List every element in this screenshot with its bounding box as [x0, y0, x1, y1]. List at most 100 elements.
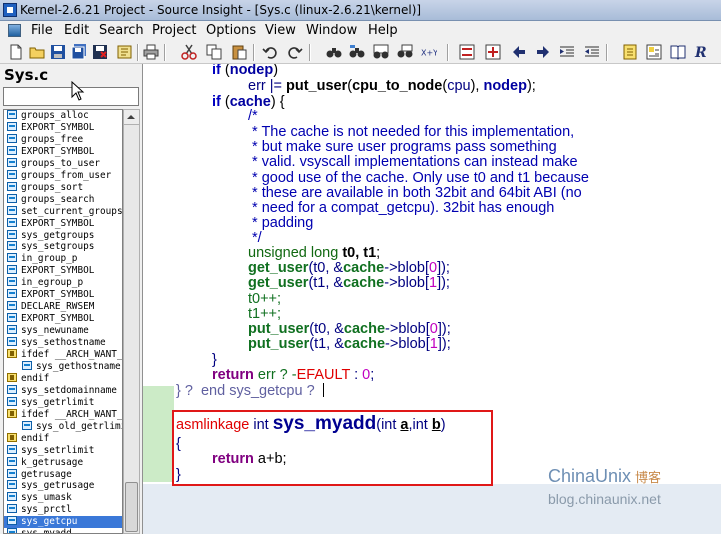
- symbol-list-item-label: groups_sort: [21, 181, 84, 193]
- registry-icon[interactable]: R: [694, 44, 710, 60]
- symbol-list-item-label: in_egroup_p: [21, 277, 84, 289]
- toolbar: X+Y R: [0, 41, 721, 64]
- symbol-list-item-label: sys_umask: [21, 492, 72, 504]
- symbol-list-item[interactable]: groups_free: [4, 133, 122, 146]
- menu-project[interactable]: Project: [152, 23, 196, 38]
- code-line: t0++;: [248, 291, 282, 307]
- search-project-icon[interactable]: [373, 44, 389, 60]
- symbol-list-item[interactable]: EXPORT_SYMBOL: [4, 289, 122, 301]
- symbol-list-item[interactable]: sys_setdomainname: [4, 384, 122, 397]
- relation-window-icon[interactable]: [646, 44, 662, 60]
- menu-options[interactable]: Options: [206, 23, 256, 38]
- replace-icon[interactable]: X+Y: [421, 44, 437, 60]
- symbol-icon: [7, 444, 17, 454]
- save-all-icon[interactable]: [71, 44, 87, 60]
- symbol-list-item[interactable]: sys_myadd: [4, 528, 122, 534]
- redo-icon[interactable]: [287, 44, 303, 60]
- comment-line: * padding: [248, 215, 314, 231]
- symbol-list-item[interactable]: groups_to_user: [4, 157, 122, 170]
- menu-file[interactable]: File: [31, 23, 53, 38]
- symbol-list-item[interactable]: endif: [4, 372, 122, 385]
- scroll-thumb[interactable]: [125, 482, 138, 532]
- print-icon[interactable]: [143, 44, 159, 60]
- symbol-list-item[interactable]: groups_alloc: [4, 110, 122, 122]
- symbol-list-item[interactable]: sys_umask: [4, 492, 122, 504]
- symbol-list-item[interactable]: sys_setgroups: [4, 241, 122, 253]
- paste-icon[interactable]: [231, 44, 247, 60]
- symbol-list-item[interactable]: in_group_p: [4, 253, 122, 265]
- code-line: }: [212, 352, 217, 368]
- document-menu-icon[interactable]: [8, 24, 21, 37]
- open-folder-icon[interactable]: [29, 44, 45, 60]
- symbol-list-item[interactable]: EXPORT_SYMBOL: [4, 265, 122, 277]
- project-icon[interactable]: [117, 44, 133, 60]
- jump-back-icon[interactable]: [459, 44, 475, 60]
- source-insight-icon: [3, 3, 17, 17]
- symbol-list-item[interactable]: sys_gethostname: [4, 360, 122, 373]
- menu-search[interactable]: Search: [99, 23, 144, 38]
- symbol-list[interactable]: groups_alloc EXPORT_SYMBOL groups_free EXPO…: [3, 109, 123, 534]
- symbol-list-item[interactable]: groups_from_user: [4, 169, 122, 182]
- symbol-list-item[interactable]: sys_getrusage: [4, 480, 122, 492]
- symbol-list-item-label: sys_myadd: [21, 528, 72, 534]
- symbol-icon: [7, 396, 17, 406]
- arrow-left-icon[interactable]: [511, 44, 527, 60]
- lookup-references-icon[interactable]: [326, 44, 342, 60]
- symbol-list-scrollbar[interactable]: [123, 109, 140, 534]
- symbol-icon: [7, 384, 17, 394]
- indent-left-icon[interactable]: [559, 44, 575, 60]
- symbol-list-item-label: EXPORT_SYMBOL: [21, 265, 95, 277]
- symbol-icon: [7, 480, 17, 490]
- symbol-list-item[interactable]: sys_newuname: [4, 325, 122, 337]
- symbol-window-title: Sys.c: [4, 66, 49, 84]
- menu-edit[interactable]: Edit: [64, 23, 89, 38]
- symbol-list-item[interactable]: in_egroup_p: [4, 277, 122, 289]
- close-file-icon[interactable]: [92, 44, 108, 60]
- symbol-window-icon[interactable]: [622, 44, 638, 60]
- symbol-list-item[interactable]: groups_sort: [4, 181, 122, 194]
- new-file-icon[interactable]: [8, 44, 24, 60]
- search-files-icon[interactable]: [349, 44, 365, 60]
- symbol-icon: [7, 265, 17, 275]
- symbol-icon: [7, 456, 17, 466]
- arrow-right-icon[interactable]: [535, 44, 551, 60]
- symbol-icon: [7, 145, 17, 155]
- code-line: get_user(t1, &cache->blob[1]);: [248, 275, 450, 291]
- symbol-list-item[interactable]: k_getrusage: [4, 456, 122, 469]
- menu-help[interactable]: Help: [368, 23, 398, 38]
- symbol-list-item[interactable]: sys_getcpu: [4, 516, 122, 529]
- symbol-list-item[interactable]: EXPORT_SYMBOL: [4, 313, 122, 325]
- scroll-up-icon[interactable]: [124, 110, 139, 125]
- symbol-list-item[interactable]: getrusage: [4, 468, 122, 481]
- symbol-list-item[interactable]: EXPORT_SYMBOL: [4, 145, 122, 158]
- symbol-list-item[interactable]: DECLARE_RWSEM: [4, 301, 122, 313]
- symbol-list-item[interactable]: sys_setrlimit: [4, 444, 122, 457]
- indent-right-icon[interactable]: [584, 44, 600, 60]
- symbol-list-item[interactable]: EXPORT_SYMBOL: [4, 121, 122, 134]
- symbol-list-item[interactable]: ifdef __ARCH_WANT_SYS_GETHOSTNAME: [4, 349, 122, 361]
- symbol-icon: [7, 528, 17, 533]
- symbol-list-item[interactable]: set_current_groups: [4, 205, 122, 218]
- symbol-list-item[interactable]: EXPORT_SYMBOL: [4, 217, 122, 230]
- menu-view[interactable]: View: [265, 23, 296, 38]
- conditional-icon: [7, 432, 17, 442]
- symbol-list-item[interactable]: sys_getgroups: [4, 229, 122, 242]
- jump-forward-icon[interactable]: [485, 44, 501, 60]
- symbol-list-item[interactable]: sys_getrlimit: [4, 396, 122, 409]
- symbol-list-item[interactable]: sys_sethostname: [4, 337, 122, 349]
- save-icon[interactable]: [50, 44, 66, 60]
- search-list-icon[interactable]: [397, 44, 413, 60]
- undo-icon[interactable]: [262, 44, 278, 60]
- symbol-list-item[interactable]: endif: [4, 432, 122, 445]
- symbol-list-item[interactable]: groups_search: [4, 193, 122, 206]
- copy-icon[interactable]: [206, 44, 222, 60]
- symbol-list-item[interactable]: ifdef __ARCH_WANT_SYS_OLD_GETRLIMIT: [4, 408, 122, 421]
- cut-icon[interactable]: [181, 44, 197, 60]
- menu-window[interactable]: Window: [306, 23, 357, 38]
- symbol-list-item[interactable]: sys_old_getrlimit: [4, 420, 122, 433]
- context-window-icon[interactable]: [670, 44, 686, 60]
- svg-text:R: R: [694, 45, 707, 60]
- symbol-list-item[interactable]: sys_prctl: [4, 504, 122, 516]
- symbol-list-item-label: k_getrusage: [21, 456, 84, 468]
- symbol-list-item-label: groups_free: [21, 133, 84, 145]
